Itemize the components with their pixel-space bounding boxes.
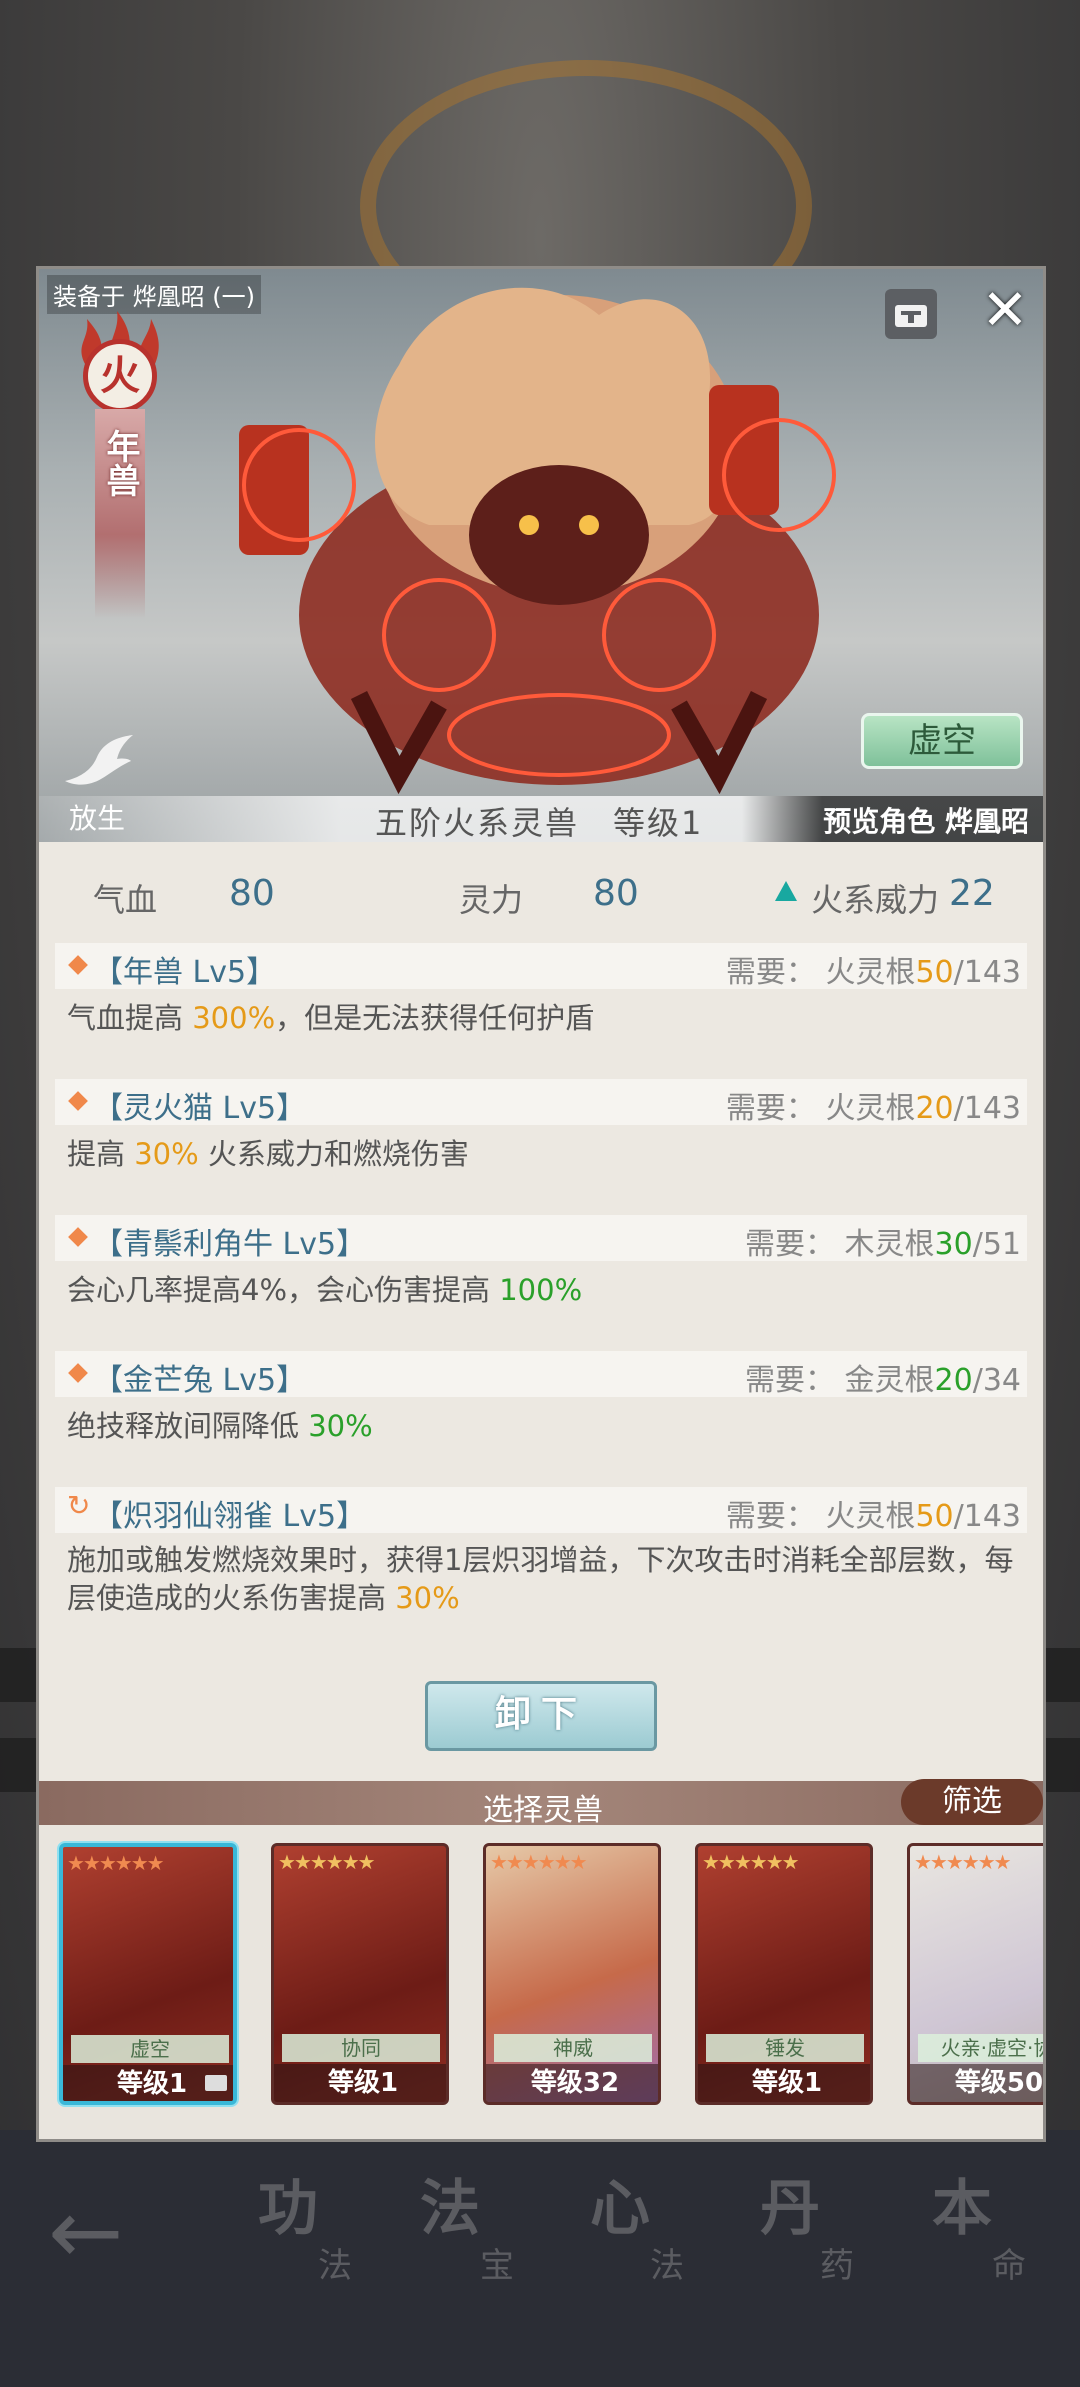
select-beast-bar: 选择灵兽: [39, 1781, 1043, 1828]
skill-description: 施加或触发燃烧效果时，获得1层炽羽增益，下次攻击时消耗全部层数，每层使造成的火系…: [67, 1543, 1014, 1615]
beast-stats: 气血 80 灵力 80 火系威力 22: [39, 865, 1043, 925]
diamond-icon: [68, 1363, 88, 1383]
star-rating-icon: ★★★★★★: [278, 1850, 376, 1874]
mp-value: 80: [593, 873, 639, 914]
power-label: 火系威力: [811, 881, 940, 919]
star-rating-icon: ★★★★★★: [490, 1850, 588, 1874]
skill-requirement: 需要： 木灵根30/51: [744, 1227, 1021, 1262]
beast-card[interactable]: ★★★★★★ 神威 等级32: [483, 1843, 661, 2105]
back-arrow-icon[interactable]: ←: [48, 2180, 123, 2285]
beast-header: 装备于 烨凰昭 (一) 火 年兽 放生: [39, 269, 1043, 842]
mp-label: 灵力: [459, 881, 524, 919]
skill-header: 【年兽 Lv5】 需要： 火灵根50/143: [55, 943, 1027, 990]
filter-button[interactable]: 筛选: [901, 1779, 1043, 1825]
nav-tab-xinfa[interactable]: 心 法: [590, 2160, 750, 2310]
star-rating-icon: ★★★★★★: [914, 1850, 1012, 1874]
diamond-icon: [68, 1091, 88, 1111]
close-icon[interactable]: ✕: [979, 281, 1031, 341]
skill-header: 【灵火猫 Lv5】 需要： 火灵根20/143: [55, 1079, 1027, 1126]
star-rating-icon: ★★★★★★: [67, 1851, 165, 1875]
unequip-button[interactable]: 卸下: [425, 1681, 657, 1751]
equipped-marker-icon: [205, 2075, 227, 2091]
spirit-beast-modal: 装备于 烨凰昭 (一) 火 年兽 放生: [36, 266, 1046, 2142]
skill-header: 【金芒兔 Lv5】 需要： 金灵根20/34: [55, 1351, 1027, 1398]
release-button[interactable]: 放生: [57, 729, 137, 835]
skill-description: 提高 30% 火系威力和燃烧伤害: [67, 1137, 469, 1171]
bird-icon: [65, 735, 133, 785]
skill-description: 会心几率提高4%，会心伤害提高 100%: [67, 1273, 583, 1307]
beast-card[interactable]: ★★★★★★ 锤发 等级1: [695, 1843, 873, 2105]
beast-title-bar: 五阶火系灵兽 等级1 预览角色 烨凰昭: [39, 796, 1043, 842]
beast-card-list: ★★★★★★ 虚空 等级1 ★★★★★★ 协同 等级1 ★★★★★★ 神威 等级…: [39, 1825, 1043, 2139]
diamond-icon: [68, 955, 88, 975]
power-value: 22: [949, 873, 995, 914]
skill-requirement: 需要： 火灵根50/143: [725, 1499, 1021, 1534]
up-arrow-icon: [775, 881, 797, 901]
select-beast-title: 选择灵兽: [483, 1793, 603, 1828]
pin-button[interactable]: [885, 289, 937, 339]
star-rating-icon: ★★★★★★: [702, 1850, 800, 1874]
skill-description: 气血提高 300%，但是无法获得任何护盾: [67, 1001, 595, 1035]
beast-title: 五阶火系灵兽 等级1: [375, 804, 704, 842]
beast-card[interactable]: ★★★★★★ 火亲·虚空·协 等级50: [907, 1843, 1043, 2105]
beast-name-banner: 年兽: [95, 409, 145, 619]
skill-description: 绝技释放间隔降低 30%: [67, 1409, 373, 1443]
preview-character[interactable]: 预览角色 烨凰昭: [823, 800, 1029, 840]
hp-label: 气血: [93, 881, 158, 919]
fire-element-badge: 火: [83, 339, 157, 413]
skill-header: ↻ 【炽羽仙翎雀 Lv5】 需要： 火灵根50/143: [55, 1487, 1027, 1534]
skill-requirement: 需要： 火灵根20/143: [725, 1091, 1021, 1126]
beast-card[interactable]: ★★★★★★ 协同 等级1: [271, 1843, 449, 2105]
nav-tab-benming[interactable]: 本 命: [932, 2160, 1080, 2310]
beast-name: 年兽: [100, 429, 140, 497]
nav-tab-danyao[interactable]: 丹 药: [760, 2160, 920, 2310]
refresh-icon: ↻: [67, 1489, 91, 1522]
diamond-icon: [68, 1227, 88, 1247]
nav-tab-gongfa[interactable]: 功 法: [258, 2160, 418, 2310]
nav-tab-fabao[interactable]: 法 宝: [420, 2160, 580, 2310]
skill-requirement: 需要： 火灵根50/143: [725, 955, 1021, 990]
lock-icon: [895, 305, 927, 327]
beast-illustration: [239, 287, 836, 795]
hp-value: 80: [229, 873, 275, 914]
skill-header: 【青鬃利角牛 Lv5】 需要： 木灵根30/51: [55, 1215, 1027, 1262]
skill-requirement: 需要： 金灵根20/34: [744, 1363, 1021, 1398]
state-button[interactable]: 虚空: [861, 713, 1023, 769]
beast-card[interactable]: ★★★★★★ 虚空 等级1: [59, 1843, 237, 2105]
